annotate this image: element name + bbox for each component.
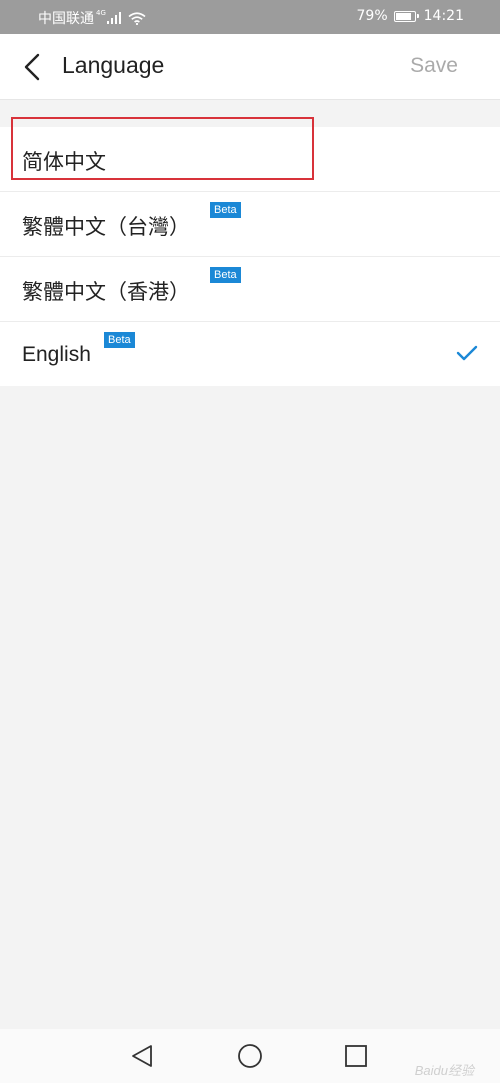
language-item-simplified-chinese[interactable]: 简体中文 (0, 127, 500, 191)
nav-recent-button[interactable] (340, 1040, 372, 1072)
chevron-left-icon (24, 53, 40, 81)
system-nav-bar: Baidu经验 (0, 1029, 500, 1083)
status-right: 79% 14:21 (357, 8, 464, 24)
language-label: 繁體中文（香港） (22, 280, 190, 304)
language-list: 简体中文 繁體中文（台灣） Beta 繁體中文（香港） Beta English… (0, 127, 500, 386)
network-type: 4G (96, 9, 106, 17)
nav-back-icon (132, 1045, 152, 1067)
app-header: Language Save (0, 34, 500, 100)
battery-icon (393, 10, 419, 22)
language-label: English (22, 343, 91, 366)
nav-home-button[interactable] (234, 1040, 266, 1072)
nav-back-button[interactable] (127, 1040, 159, 1072)
save-button[interactable]: Save (410, 54, 458, 78)
beta-badge: Beta (210, 202, 241, 218)
nav-home-icon (238, 1044, 262, 1068)
beta-badge: Beta (210, 267, 241, 283)
status-bar: 中国联通 4G 79% 14:21 (0, 0, 500, 34)
checkmark-icon (456, 345, 478, 361)
nav-recent-icon (345, 1045, 367, 1067)
status-left: 中国联通 4G (38, 8, 146, 28)
language-item-traditional-chinese-hongkong[interactable]: 繁體中文（香港） Beta (0, 256, 500, 321)
language-item-english[interactable]: English Beta (0, 321, 500, 386)
page-title: Language (62, 52, 165, 78)
carrier-name: 中国联通 (38, 11, 94, 27)
language-label: 简体中文 (22, 150, 106, 174)
battery-fill (395, 12, 412, 20)
beta-badge: Beta (104, 332, 135, 348)
watermark: Baidu经验 (414, 1063, 474, 1078)
language-label: 繁體中文（台灣） (22, 215, 190, 239)
back-button[interactable] (14, 48, 52, 86)
signal-icon (106, 12, 121, 24)
battery-percent: 79% (356, 8, 388, 24)
status-time: 14:21 (423, 8, 464, 24)
language-item-traditional-chinese-taiwan[interactable]: 繁體中文（台灣） Beta (0, 191, 500, 256)
wifi-icon (128, 11, 146, 25)
